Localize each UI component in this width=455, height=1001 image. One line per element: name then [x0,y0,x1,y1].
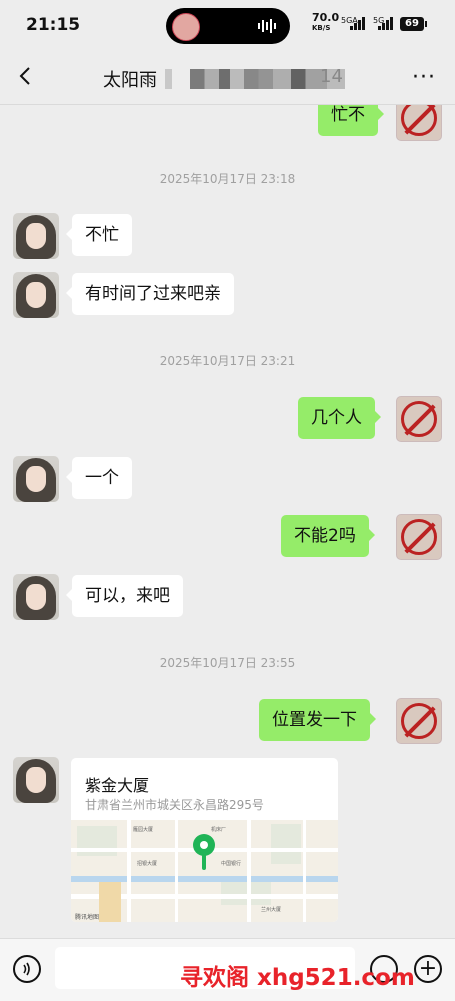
timestamp: 2025年10月17日 23:21 [159,354,296,368]
map-preview[interactable]: 雁园大厦 机床厂 招银大厦 中国银行 兰州大厦 腾讯地图 [71,820,338,922]
message-bubble-in[interactable]: 不忙 [66,214,132,256]
message-bubble-in[interactable]: 可以，来吧 [66,575,183,617]
clock: 21:15 [26,15,81,35]
battery-icon: 69 [400,17,427,31]
signal-bars-icon [350,16,365,30]
message-bubble-out[interactable]: 几个人 [298,397,381,439]
location-card[interactable]: 紫金大厦 甘肃省兰州市城关区永昌路295号 雁园大厦 机床厂 招银大厦 中国银行… [71,758,338,922]
timestamp: 2025年10月17日 23:55 [159,656,296,670]
message-list[interactable]: 忙不 2025年10月17日 23:18 不忙 有时间了过来吧亲 2025年10… [0,105,455,937]
my-avatar[interactable] [396,698,442,744]
dynamic-island[interactable] [166,8,290,44]
contact-avatar[interactable] [13,757,59,803]
location-name: 紫金大厦 [85,776,150,795]
message-bubble-in[interactable]: 一个 [66,457,132,499]
location-address: 甘肃省兰州市城关区永昌路295号 [85,798,264,812]
network-speed: 70.0 KB/S [312,12,339,33]
status-bar: 21:15 70.0 KB/S 5GA 5G 69 [0,0,455,52]
redacted-name [165,69,345,89]
chat-title: 太阳雨 [103,70,157,91]
seal-icon [401,519,437,555]
voice-input-icon[interactable] [13,955,41,983]
map-pin-stem [202,854,206,870]
map-pin-icon [193,834,215,856]
more-options-icon[interactable]: ··· [412,67,436,89]
contact-avatar[interactable] [13,272,59,318]
island-avatar-icon [172,13,200,41]
net-speed-unit: KB/S [312,24,331,32]
timestamp: 2025年10月17日 23:18 [159,172,296,186]
message-bubble-out[interactable]: 位置发一下 [259,699,376,741]
chat-header: 太阳雨 14 ··· [0,52,455,105]
signal-bars-2-icon [378,16,393,30]
audio-wave-icon [258,19,278,33]
contact-avatar[interactable] [13,213,59,259]
message-bubble-in[interactable]: 有时间了过来吧亲 [66,273,234,315]
watermark: 寻欢阁 xhg521.com [180,965,415,991]
seal-icon [401,105,437,136]
message-bubble-out[interactable]: 忙不 [318,105,384,136]
contact-avatar[interactable] [13,574,59,620]
back-arrow-icon[interactable] [14,64,38,88]
my-avatar[interactable] [396,396,442,442]
map-brand: 腾讯地图 [75,914,100,921]
chat-title-tail: 14 [320,66,343,87]
contact-avatar[interactable] [13,456,59,502]
message-bubble-out[interactable]: 不能2吗 [281,515,375,557]
seal-icon [401,703,437,739]
seal-icon [401,401,437,437]
my-avatar[interactable] [396,514,442,560]
plus-icon[interactable]: + [414,955,442,983]
my-avatar[interactable] [396,105,442,141]
